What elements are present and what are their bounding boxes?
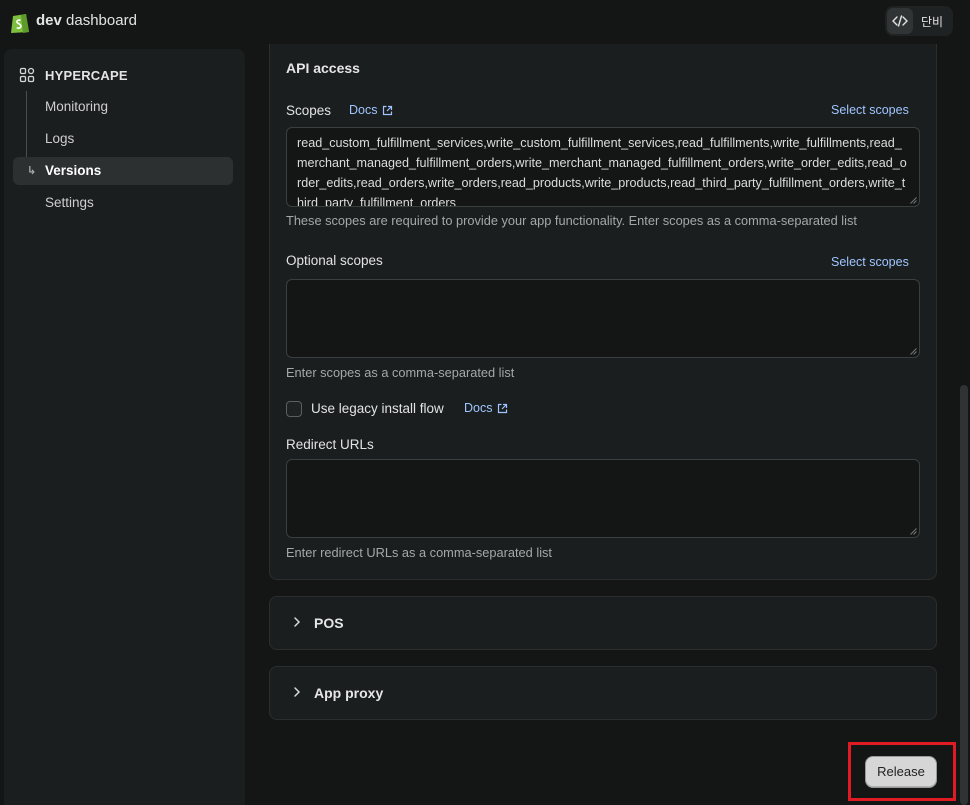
resize-handle-icon[interactable] — [910, 197, 917, 204]
scopes-label: Scopes — [286, 103, 332, 118]
app-name: HYPERCAPE — [45, 67, 128, 83]
scopes-input[interactable]: read_custom_fulfillment_services,write_c… — [286, 127, 920, 207]
sidebar-item-settings[interactable]: Settings — [13, 189, 233, 217]
sidebar-item-label: Logs — [45, 131, 75, 146]
chevron-right-icon — [294, 687, 301, 697]
release-button[interactable]: Release — [865, 756, 937, 788]
api-access-title: API access — [286, 60, 360, 76]
external-link-icon — [383, 105, 393, 115]
brand-rest: dashboard — [61, 12, 137, 29]
sidebar-item-label: Settings — [45, 195, 94, 210]
redirect-urls-label: Redirect URLs — [286, 437, 374, 452]
api-access-card: API access Scopes Docs Select scopes rea… — [269, 44, 937, 580]
optional-scopes-help-text: Enter scopes as a comma-separated list — [286, 365, 515, 380]
app-proxy-title: App proxy — [314, 685, 384, 701]
resize-handle-icon[interactable] — [910, 348, 917, 355]
sidebar-item-logs[interactable]: Logs — [13, 125, 233, 153]
brand-title[interactable]: dev dashboard — [36, 12, 137, 29]
optional-scopes-label: Optional scopes — [286, 253, 383, 268]
legacy-docs-link[interactable]: Docs — [464, 401, 508, 415]
page-scrollbar[interactable] — [960, 385, 968, 805]
pos-section[interactable]: POS — [269, 596, 937, 650]
optional-scopes-input[interactable] — [286, 279, 920, 358]
redirect-urls-help-text: Enter redirect URLs as a comma-separated… — [286, 545, 552, 560]
chevron-right-icon — [294, 617, 301, 627]
user-name[interactable]: 단비 — [921, 13, 943, 30]
resize-handle-icon[interactable] — [910, 528, 917, 535]
brand-bold: dev — [36, 12, 62, 29]
external-link-icon — [498, 403, 508, 413]
user-menu[interactable]: 단비 — [885, 6, 953, 36]
pos-title: POS — [314, 615, 344, 631]
sidebar-item-versions[interactable]: ↳ Versions — [13, 157, 233, 185]
docs-label: Docs — [349, 103, 378, 117]
top-bar: dev dashboard 단비 — [0, 0, 970, 44]
app-header[interactable]: HYPERCAPE — [19, 67, 128, 83]
sidebar-item-label: Versions — [45, 163, 102, 178]
optional-select-scopes-link[interactable]: Select scopes — [831, 255, 909, 269]
app-proxy-section[interactable]: App proxy — [269, 666, 937, 720]
scopes-value: read_custom_fulfillment_services,write_c… — [297, 136, 907, 207]
docs-label: Docs — [464, 401, 493, 415]
code-icon[interactable] — [887, 8, 913, 34]
scopes-help-text: These scopes are required to provide you… — [286, 213, 857, 228]
legacy-install-label[interactable]: Use legacy install flow — [311, 401, 444, 416]
redirect-urls-input[interactable] — [286, 459, 920, 538]
sidebar-item-monitoring[interactable]: Monitoring — [13, 93, 233, 121]
apps-grid-icon — [19, 67, 35, 83]
tree-arrow-icon: ↳ — [27, 165, 37, 177]
sidebar-item-label: Monitoring — [45, 99, 109, 114]
scopes-docs-link[interactable]: Docs — [349, 103, 393, 117]
legacy-install-checkbox[interactable] — [286, 401, 302, 417]
sidebar: HYPERCAPE Monitoring Logs ↳ Versions Set… — [4, 49, 245, 805]
shopify-bag-icon[interactable] — [9, 10, 31, 34]
select-scopes-link[interactable]: Select scopes — [831, 103, 909, 117]
